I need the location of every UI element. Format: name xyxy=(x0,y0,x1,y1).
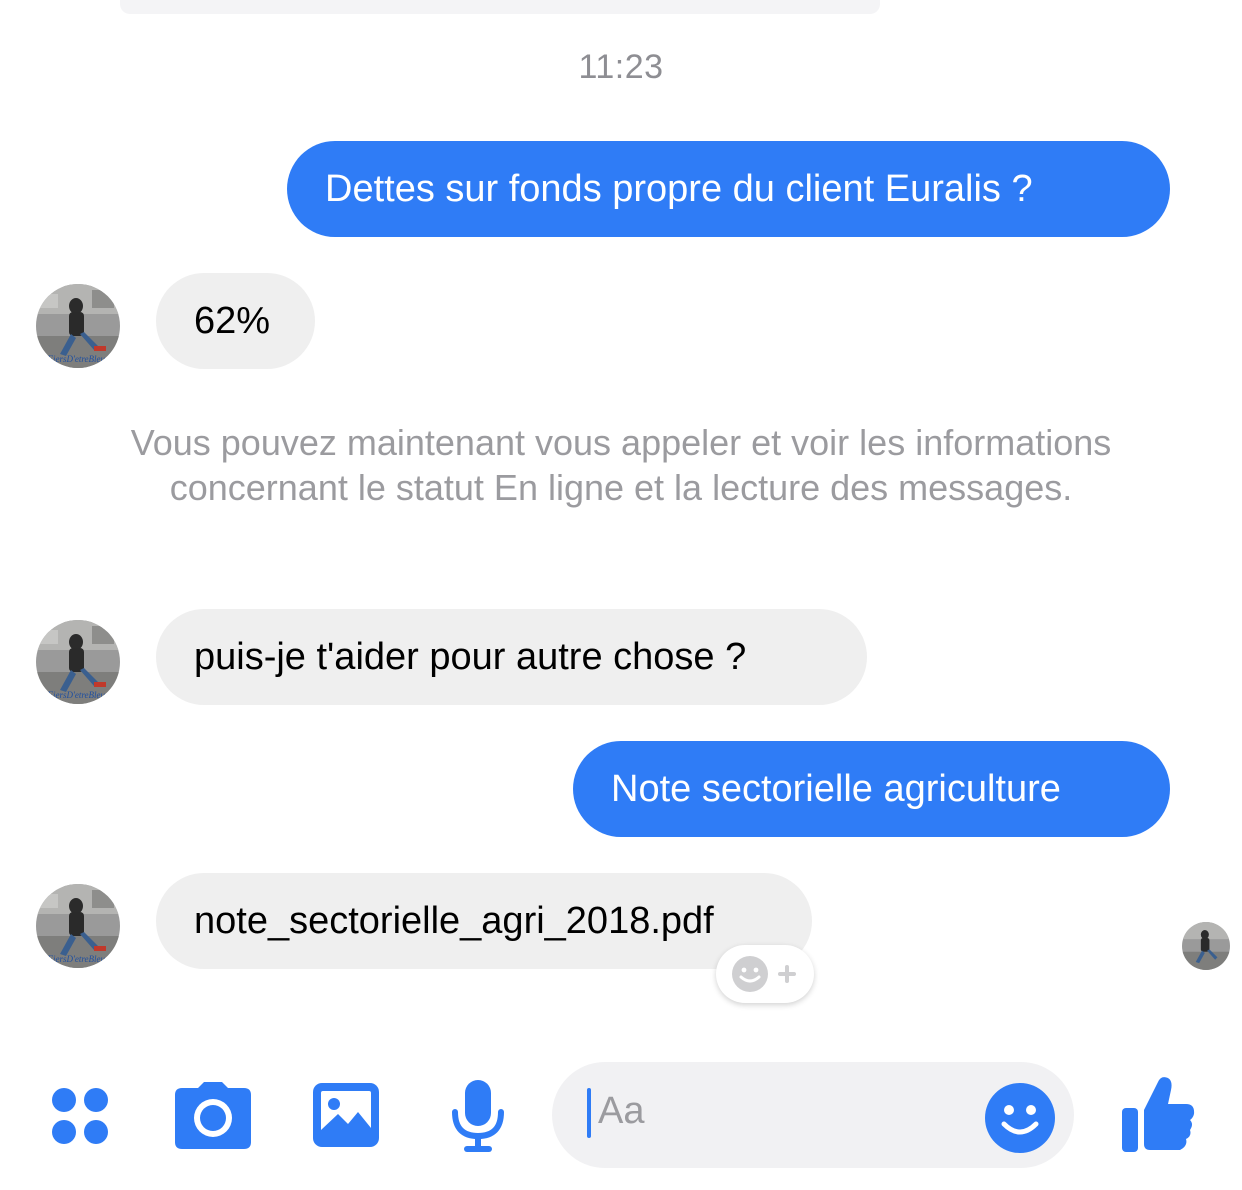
add-reaction-button[interactable] xyxy=(716,945,814,1003)
microphone-icon[interactable] xyxy=(450,1078,506,1159)
gallery-icon[interactable] xyxy=(312,1082,380,1153)
incoming-file-message-bubble[interactable]: note_sectorielle_agri_2018.pdf xyxy=(156,873,812,969)
message-input-placeholder: Aa xyxy=(598,1090,645,1132)
add-reaction-icon xyxy=(732,956,796,992)
more-apps-icon[interactable] xyxy=(50,1086,112,1151)
emoji-icon[interactable] xyxy=(984,1082,1056,1159)
read-receipt-avatar xyxy=(1182,922,1230,970)
incoming-message-bubble[interactable]: puis-je t'aider pour autre chose ? xyxy=(156,609,867,705)
message-timestamp: 11:23 xyxy=(578,48,664,86)
contact-avatar[interactable]: FiersD'etreBleus xyxy=(36,284,120,368)
outgoing-message-bubble[interactable]: Dettes sur fonds propre du client Eurali… xyxy=(287,141,1170,237)
svg-text:FiersD'etreBleus: FiersD'etreBleus xyxy=(46,954,109,964)
incoming-message-bubble[interactable]: 62% xyxy=(156,273,315,369)
camera-icon[interactable] xyxy=(174,1080,252,1155)
text-cursor xyxy=(587,1088,591,1138)
contact-avatar[interactable]: FiersD'etreBleus xyxy=(36,620,120,704)
svg-text:FiersD'etreBleus: FiersD'etreBleus xyxy=(46,690,109,700)
top-fade xyxy=(120,0,880,14)
svg-text:FiersD'etreBleus: FiersD'etreBleus xyxy=(46,354,109,364)
thumbs-up-icon[interactable] xyxy=(1120,1074,1196,1159)
outgoing-message-bubble[interactable]: Note sectorielle agriculture xyxy=(573,741,1170,837)
system-notice: Vous pouvez maintenant vous appeler et v… xyxy=(130,422,1112,508)
contact-avatar[interactable]: FiersD'etreBleus xyxy=(36,884,120,968)
